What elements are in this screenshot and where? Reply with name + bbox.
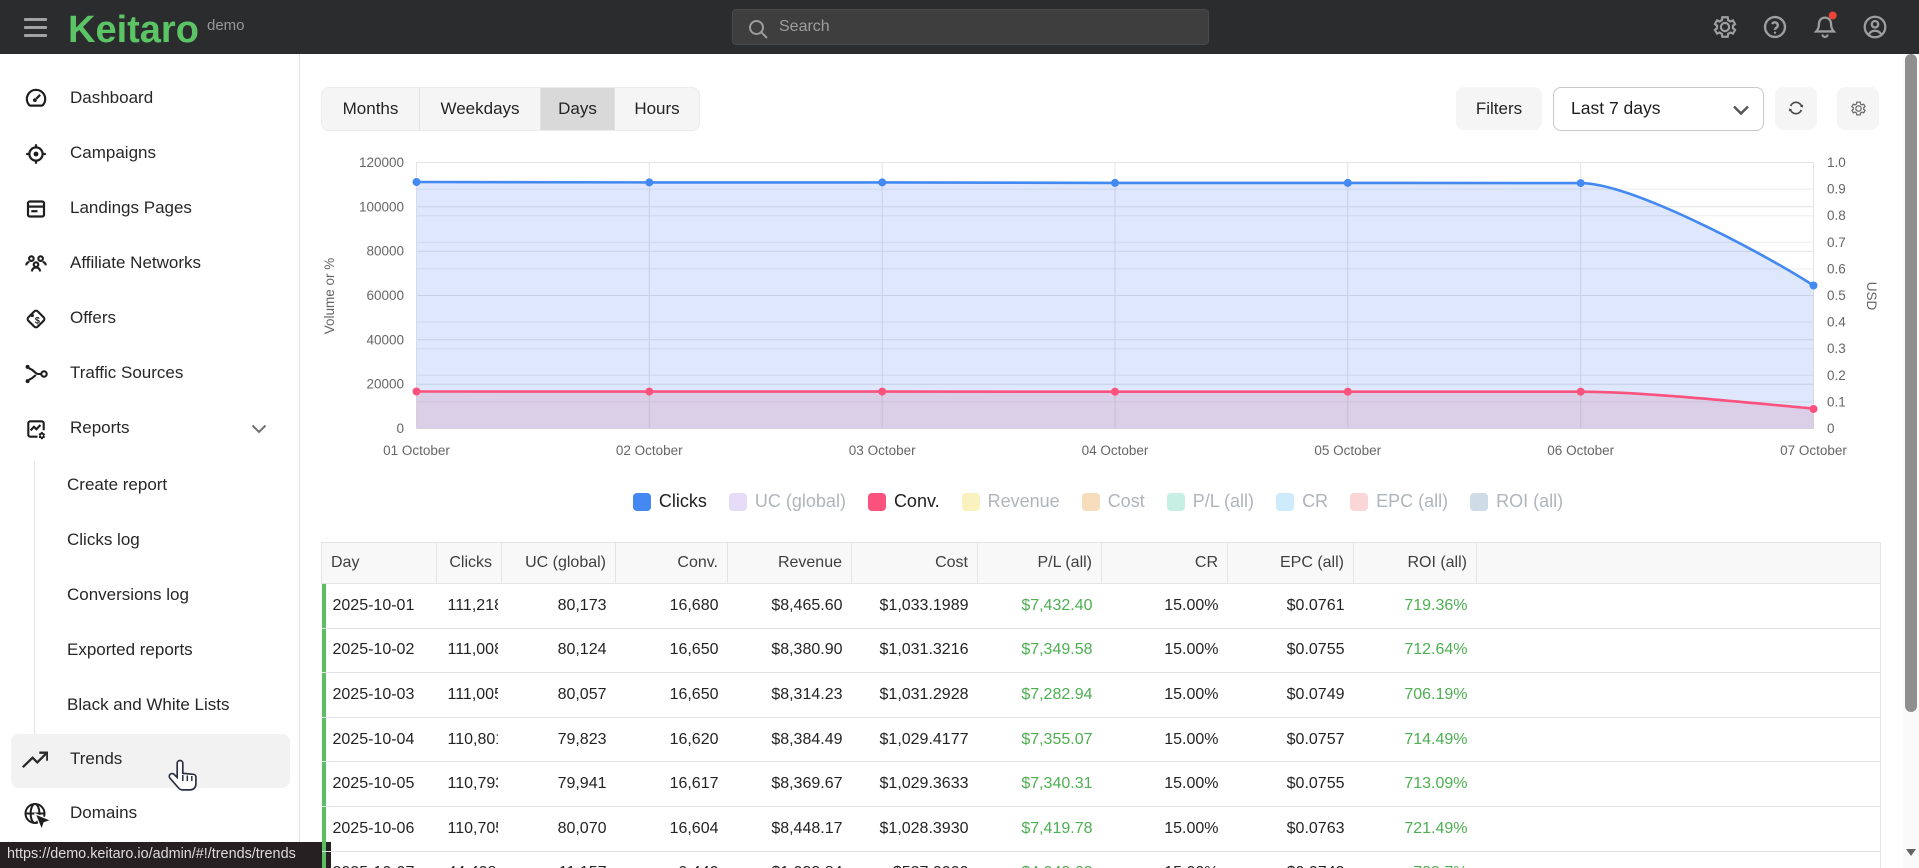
svg-text:0.4: 0.4 — [1827, 315, 1846, 330]
svg-text:100000: 100000 — [359, 199, 404, 214]
svg-text:0: 0 — [396, 421, 404, 436]
svg-text:02 October: 02 October — [616, 443, 683, 458]
svg-text:0.6: 0.6 — [1827, 261, 1846, 276]
svg-text:0: 0 — [1827, 421, 1835, 436]
svg-text:Volume or %: Volume or % — [322, 258, 337, 335]
svg-text:80000: 80000 — [366, 244, 404, 259]
svg-text:120000: 120000 — [359, 155, 404, 170]
svg-text:20000: 20000 — [366, 377, 404, 392]
svg-text:$: $ — [35, 316, 40, 326]
svg-text:01 October: 01 October — [383, 443, 450, 458]
svg-text:07 October: 07 October — [1780, 443, 1847, 458]
svg-text:0.8: 0.8 — [1827, 208, 1846, 223]
svg-text:06 October: 06 October — [1547, 443, 1614, 458]
svg-text:03 October: 03 October — [849, 443, 916, 458]
svg-text:05 October: 05 October — [1314, 443, 1381, 458]
svg-text:40000: 40000 — [366, 332, 404, 347]
svg-text:0.9: 0.9 — [1827, 182, 1846, 197]
svg-text:0.1: 0.1 — [1827, 394, 1846, 409]
svg-text:1.0: 1.0 — [1827, 155, 1846, 170]
svg-text:0.5: 0.5 — [1827, 288, 1846, 303]
svg-text:0.3: 0.3 — [1827, 341, 1846, 356]
svg-text:60000: 60000 — [366, 288, 404, 303]
svg-text:0.7: 0.7 — [1827, 235, 1846, 250]
svg-text:USD: USD — [1864, 282, 1879, 311]
svg-text:0.2: 0.2 — [1827, 368, 1846, 383]
svg-text:04 October: 04 October — [1082, 443, 1149, 458]
